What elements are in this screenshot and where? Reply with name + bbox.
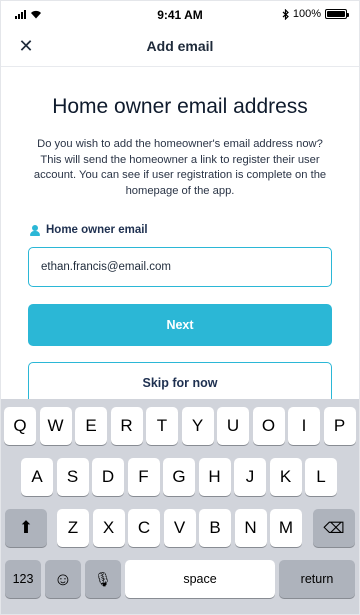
bluetooth-icon <box>282 8 289 20</box>
return-key[interactable]: return <box>279 560 355 598</box>
key-h[interactable]: H <box>198 458 231 496</box>
key-x[interactable]: X <box>92 509 125 547</box>
key-t[interactable]: T <box>146 407 178 445</box>
key-n[interactable]: N <box>234 509 267 547</box>
key-p[interactable]: P <box>323 407 356 445</box>
space-key[interactable]: space <box>125 560 275 598</box>
next-button[interactable]: Next <box>28 304 332 346</box>
key-y[interactable]: Y <box>181 407 214 445</box>
battery-percent: 100% <box>292 8 321 20</box>
key-r[interactable]: R <box>110 407 143 445</box>
email-field-label: Home owner email <box>30 224 148 236</box>
key-d[interactable]: D <box>92 458 124 496</box>
page-title: Home owner email address <box>52 95 308 118</box>
battery-icon <box>325 9 349 19</box>
key-a[interactable]: A <box>21 458 53 496</box>
shift-key[interactable]: ⬆ <box>5 509 47 547</box>
status-bar: 9:41 AM 100% <box>1 1 359 27</box>
email-field[interactable] <box>28 247 332 287</box>
keyboard-row-3: ⬆ ⌫ ZXCVBNM <box>1 509 359 547</box>
email-field-label-text: Home owner email <box>46 224 148 236</box>
delete-key[interactable]: ⌫ <box>313 509 355 547</box>
microphone-key[interactable]: 🎙 <box>85 560 121 598</box>
nav-title: Add email <box>146 38 214 54</box>
page-description: Do you wish to add the homeowner's email… <box>33 138 327 197</box>
key-z[interactable]: Z <box>57 509 89 547</box>
skip-for-now-button[interactable]: Skip for now <box>28 362 332 404</box>
numbers-key[interactable]: 123 <box>5 560 41 598</box>
emoji-key[interactable]: ☺ <box>45 560 81 598</box>
key-e[interactable]: E <box>75 407 107 445</box>
keyboard-row-2: ASDFGHJKL <box>1 458 359 496</box>
key-c[interactable]: C <box>128 509 160 547</box>
on-screen-keyboard: QWERTYUOIP ASDFGHJKL ⬆ ⌫ ZXCVBNM 123 ☺ 🎙… <box>1 399 359 614</box>
key-s[interactable]: S <box>56 458 89 496</box>
key-b[interactable]: B <box>199 509 231 547</box>
phone-screen: 9:41 AM 100% ✕ Add email Home owner emai… <box>0 0 360 615</box>
key-f[interactable]: F <box>127 458 160 496</box>
key-v[interactable]: V <box>163 509 196 547</box>
key-j[interactable]: J <box>234 458 266 496</box>
keyboard-row-4: 123 ☺ 🎙 space return <box>1 560 359 598</box>
key-u[interactable]: U <box>217 407 249 445</box>
key-l[interactable]: L <box>305 458 337 496</box>
key-m[interactable]: M <box>270 509 302 547</box>
key-k[interactable]: K <box>269 458 302 496</box>
status-right: 100% <box>282 8 349 20</box>
key-w[interactable]: W <box>39 407 72 445</box>
keyboard-row-1: QWERTYUOIP <box>1 407 359 445</box>
key-q[interactable]: Q <box>4 407 36 445</box>
nav-bar: ✕ Add email <box>1 27 359 67</box>
key-g[interactable]: G <box>163 458 195 496</box>
key-o[interactable]: O <box>252 407 285 445</box>
key-i[interactable]: I <box>288 407 320 445</box>
person-icon <box>30 224 40 236</box>
